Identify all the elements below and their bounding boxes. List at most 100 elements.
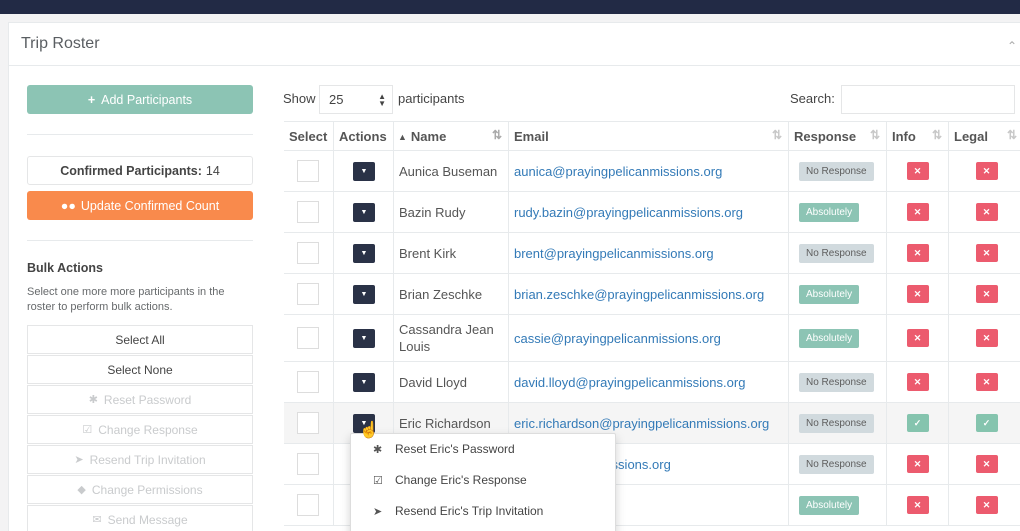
check-icon[interactable]: ✓: [975, 414, 998, 432]
times-icon[interactable]: ✕: [975, 244, 998, 262]
participant-name: Eric Richardson: [399, 415, 491, 431]
row-actions-button[interactable]: ▼: [353, 328, 375, 348]
select-cell: [284, 233, 334, 273]
times-icon[interactable]: ✕: [975, 373, 998, 391]
sort-icon: ⇅: [1006, 128, 1017, 142]
sort-icon: ⇅: [771, 128, 782, 142]
table-row: ▼ Brent Kirk brent@prayingpelicanmissions.…: [284, 233, 1020, 274]
update-confirmed-count-button[interactable]: ●● Update Confirmed Count: [27, 191, 253, 220]
row-checkbox[interactable]: [297, 371, 319, 393]
row-actions-dropdown: ✱ Reset Eric's Password ☑ Change Eric's …: [350, 433, 616, 531]
change-response-button[interactable]: ☑ Change Response: [27, 415, 253, 444]
row-checkbox[interactable]: [297, 453, 319, 475]
actions-cell: ▼: [334, 315, 394, 361]
page-size-select[interactable]: 25 ▲ ▼: [319, 85, 393, 114]
header-name[interactable]: ▲ Name ⇅: [394, 122, 509, 151]
header-legal-label: Legal: [954, 129, 988, 144]
times-icon[interactable]: ✕: [906, 329, 929, 347]
participant-name: Cassandra Jean Louis: [399, 322, 494, 354]
chevron-up-icon[interactable]: ⌃: [1007, 39, 1017, 53]
times-icon[interactable]: ✕: [975, 203, 998, 221]
resend-invitation-label: Resend Trip Invitation: [89, 452, 206, 467]
email-cell: cassie@prayingpelicanmissions.org: [509, 315, 789, 361]
divider: [27, 240, 253, 241]
times-icon[interactable]: ✕: [975, 329, 998, 347]
times-icon[interactable]: ✕: [906, 203, 929, 221]
participant-email-link[interactable]: aunica@prayingpelicanmissions.org: [509, 164, 722, 179]
times-icon[interactable]: ✕: [906, 244, 929, 262]
top-navbar: [0, 0, 1020, 14]
participant-email-link[interactable]: brian.zeschke@prayingpelicanmissions.org: [509, 287, 764, 302]
header-info[interactable]: Info ⇅: [887, 122, 949, 151]
row-checkbox[interactable]: [297, 412, 319, 434]
row-checkbox[interactable]: [297, 242, 319, 264]
header-response[interactable]: Response ⇅: [789, 122, 887, 151]
row-actions-button[interactable]: ▼: [353, 202, 375, 222]
times-icon[interactable]: ✕: [906, 373, 929, 391]
times-icon[interactable]: ✕: [906, 496, 929, 514]
times-icon[interactable]: ✕: [975, 162, 998, 180]
row-checkbox[interactable]: [297, 327, 319, 349]
change-permissions-button[interactable]: ◆ Change Permissions: [27, 475, 253, 504]
row-actions-button[interactable]: ▼: [353, 243, 375, 263]
envelope-icon: ✉: [92, 514, 102, 526]
add-participants-button[interactable]: + Add Participants: [27, 85, 253, 114]
participant-email-link[interactable]: brent@prayingpelicanmissions.org: [509, 246, 714, 261]
actions-cell: ▼: [334, 233, 394, 273]
row-actions-button[interactable]: ▼: [353, 284, 375, 304]
row-actions-button[interactable]: ▼: [353, 372, 375, 392]
dropdown-change-response[interactable]: ☑ Change Eric's Response: [351, 465, 617, 495]
row-checkbox[interactable]: [297, 494, 319, 516]
confirmed-count: 14: [205, 163, 220, 178]
info-cell: ✓: [887, 403, 949, 443]
select-cell: [284, 151, 334, 191]
resend-invitation-button[interactable]: ➤ Resend Trip Invitation: [27, 445, 253, 474]
update-confirmed-label: Update Confirmed Count: [80, 198, 220, 213]
header-legal[interactable]: Legal ⇅: [949, 122, 1020, 151]
legal-cell: ✕: [949, 315, 1020, 361]
times-icon[interactable]: ✕: [906, 455, 929, 473]
email-cell: rudy.bazin@prayingpelicanmissions.org: [509, 192, 789, 232]
header-response-label: Response: [794, 129, 857, 144]
participant-name: Brian Zeschke: [399, 286, 483, 302]
participant-email-link[interactable]: eric.richardson@prayingpelicanmissions.o…: [509, 416, 769, 431]
response-cell: Absolutely: [789, 485, 887, 525]
times-icon[interactable]: ✕: [975, 455, 998, 473]
response-cell: Absolutely: [789, 315, 887, 361]
participant-email-link[interactable]: cassie@prayingpelicanmissions.org: [509, 331, 721, 346]
divider: [27, 134, 253, 135]
search-input[interactable]: [841, 85, 1015, 114]
row-checkbox[interactable]: [297, 283, 319, 305]
send-message-button[interactable]: ✉ Send Message: [27, 505, 253, 531]
dropdown-change-label: Change Eric's Response: [395, 473, 527, 487]
participant-email-link[interactable]: rudy.bazin@prayingpelicanmissions.org: [509, 205, 743, 220]
check-icon[interactable]: ✓: [906, 414, 929, 432]
info-cell: ✕: [887, 444, 949, 484]
row-checkbox[interactable]: [297, 160, 319, 182]
times-icon[interactable]: ✕: [975, 496, 998, 514]
participant-email-link[interactable]: david.lloyd@prayingpelicanmissions.org: [509, 375, 745, 390]
times-icon[interactable]: ✕: [906, 285, 929, 303]
select-none-button[interactable]: Select None: [27, 355, 253, 384]
users-icon: ●●: [60, 198, 76, 213]
dropdown-resend-invitation[interactable]: ➤ Resend Eric's Trip Invitation: [351, 496, 617, 526]
change-response-label: Change Response: [98, 422, 198, 437]
times-icon[interactable]: ✕: [906, 162, 929, 180]
table-header: Select Actions ▲ Name ⇅ Email ⇅ Response ⇅ I…: [284, 122, 1020, 151]
select-all-button[interactable]: Select All: [27, 325, 253, 354]
row-actions-button[interactable]: ▼: [353, 161, 375, 181]
select-cell: [284, 274, 334, 314]
hand-cursor-icon: ☝: [359, 422, 379, 439]
select-cell: [284, 362, 334, 402]
header-email[interactable]: Email ⇅: [509, 122, 789, 151]
dropdown-reset-password[interactable]: ✱ Reset Eric's Password: [351, 434, 617, 464]
reset-password-button[interactable]: ✱ Reset Password: [27, 385, 253, 414]
row-checkbox[interactable]: [297, 201, 319, 223]
actions-cell: ▼: [334, 362, 394, 402]
legal-cell: ✕: [949, 444, 1020, 484]
paper-plane-icon: ➤: [373, 505, 383, 518]
times-icon[interactable]: ✕: [975, 285, 998, 303]
response-badge: No Response: [799, 454, 874, 474]
header-name-label: Name: [410, 129, 447, 144]
page-size-value: 25: [329, 92, 344, 107]
